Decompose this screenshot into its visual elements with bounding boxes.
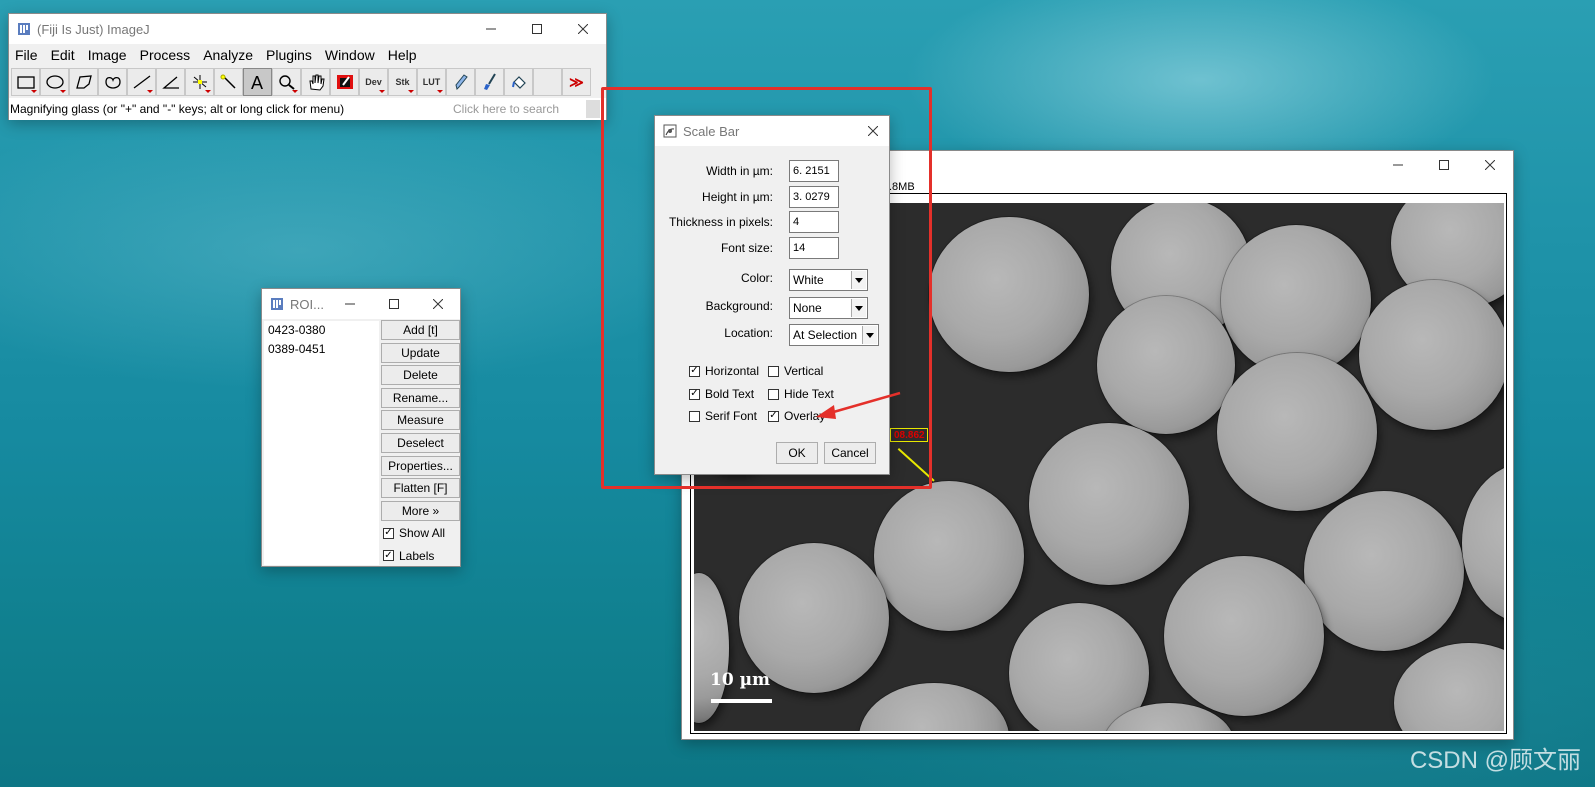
status-bar: Magnifying glass (or "+" and "-" keys; a… <box>9 98 606 120</box>
lut-label: LUT <box>422 77 441 87</box>
scale-bar-line <box>711 699 772 703</box>
particle <box>1394 643 1504 731</box>
annotation-arrow-icon <box>816 391 901 419</box>
labels-label: Labels <box>399 548 435 563</box>
scroll-hand-icon[interactable] <box>301 68 330 96</box>
list-item[interactable]: 0389-0451 <box>264 340 379 359</box>
minimize-icon[interactable] <box>1375 151 1421 179</box>
text-tool-icon[interactable]: A <box>243 68 272 96</box>
toolbar: A Dev Stk LUT ≫ <box>9 66 606 98</box>
point-tool-icon[interactable] <box>185 68 214 96</box>
show-all-checkbox[interactable]: ✓ Show All <box>381 523 460 543</box>
maximize-icon[interactable] <box>372 289 416 319</box>
color-picker-icon[interactable] <box>330 68 359 96</box>
menu-bar: File Edit Image Process Analyze Plugins … <box>9 44 606 66</box>
particle <box>1164 556 1324 716</box>
lut-menu-icon[interactable]: LUT <box>417 68 446 96</box>
menu-help[interactable]: Help <box>388 47 417 63</box>
minimize-icon[interactable] <box>468 14 514 44</box>
fiji-app-icon <box>17 22 31 36</box>
particle <box>859 683 1009 731</box>
particle <box>929 217 1089 372</box>
flood-fill-icon[interactable] <box>504 68 533 96</box>
wand-tool-icon[interactable] <box>214 68 243 96</box>
particle <box>1029 423 1189 585</box>
close-icon[interactable] <box>416 289 460 319</box>
minimize-icon[interactable] <box>328 289 372 319</box>
dev-menu-icon[interactable]: Dev <box>359 68 388 96</box>
more-button[interactable]: More » <box>381 500 460 521</box>
pencil-tool-icon[interactable] <box>446 68 475 96</box>
window-title: (Fiji Is Just) ImageJ <box>37 21 150 37</box>
menu-process[interactable]: Process <box>140 47 191 63</box>
particle <box>1304 491 1464 651</box>
empty-tool-slot[interactable] <box>533 68 562 96</box>
more-tools-glyph: ≫ <box>569 73 584 90</box>
particle <box>1097 296 1235 434</box>
properties-button[interactable]: Properties... <box>381 455 460 476</box>
maximize-icon[interactable] <box>514 14 560 44</box>
menu-file[interactable]: File <box>15 47 38 63</box>
imagej-main-window: (Fiji Is Just) ImageJ File Edit Image Pr… <box>8 13 607 120</box>
status-text: Magnifying glass (or "+" and "-" keys; a… <box>10 102 345 116</box>
labels-checkbox[interactable]: ✓ Labels <box>381 546 460 566</box>
menu-analyze[interactable]: Analyze <box>203 47 253 63</box>
menu-edit[interactable]: Edit <box>51 47 75 63</box>
oval-tool-icon[interactable] <box>40 68 69 96</box>
particle <box>1359 280 1504 430</box>
maximize-icon[interactable] <box>1421 151 1467 179</box>
window-title: ROI... <box>290 296 324 312</box>
checkmark-icon: ✓ <box>383 527 394 539</box>
rectangle-tool-icon[interactable] <box>11 68 40 96</box>
roi-list[interactable]: 0423-0380 0389-0451 <box>264 321 379 565</box>
delete-button[interactable]: Delete <box>381 365 460 386</box>
angle-tool-icon[interactable] <box>156 68 185 96</box>
flatten-button[interactable]: Flatten [F] <box>381 478 460 499</box>
show-all-label: Show All <box>399 526 446 541</box>
search-scroll-icon[interactable] <box>586 100 600 118</box>
search-input[interactable]: Click here to search <box>449 99 587 119</box>
roi-manager-window: ROI... 0423-0380 0389-0451 Add [t] Updat… <box>261 288 461 567</box>
close-icon[interactable] <box>560 14 606 44</box>
imagej-titlebar[interactable]: (Fiji Is Just) ImageJ <box>9 14 606 44</box>
polygon-tool-icon[interactable] <box>69 68 98 96</box>
svg-text:A: A <box>251 73 263 91</box>
add-button[interactable]: Add [t] <box>381 320 460 340</box>
stack-menu-icon[interactable]: Stk <box>388 68 417 96</box>
update-button[interactable]: Update <box>381 342 460 363</box>
scale-bar-label: 10 µm <box>710 670 771 690</box>
rename-button[interactable]: Rename... <box>381 387 460 408</box>
roi-button-panel: Add [t] Update Delete Rename... Measure … <box>381 320 460 569</box>
close-icon[interactable] <box>1467 151 1513 179</box>
brush-tool-icon[interactable] <box>475 68 504 96</box>
menu-plugins[interactable]: Plugins <box>266 47 312 63</box>
list-item[interactable]: 0423-0380 <box>264 321 379 340</box>
watermark: CSDN @顾文丽 <box>1409 747 1581 774</box>
dev-label: Dev <box>365 77 382 87</box>
stk-label: Stk <box>395 77 410 87</box>
fiji-app-icon <box>270 297 284 311</box>
checkmark-icon: ✓ <box>383 549 394 562</box>
measure-button[interactable]: Measure <box>381 410 460 431</box>
more-tools-icon[interactable]: ≫ <box>562 68 591 96</box>
particle <box>874 481 1024 631</box>
particle <box>1462 463 1504 623</box>
menu-image[interactable]: Image <box>88 47 127 63</box>
freehand-tool-icon[interactable] <box>98 68 127 96</box>
line-tool-icon[interactable] <box>127 68 156 96</box>
particle <box>1217 353 1377 511</box>
menu-window[interactable]: Window <box>325 47 375 63</box>
roi-titlebar[interactable]: ROI... <box>262 289 460 319</box>
deselect-button[interactable]: Deselect <box>381 432 460 453</box>
magnifier-tool-icon[interactable] <box>272 68 301 96</box>
